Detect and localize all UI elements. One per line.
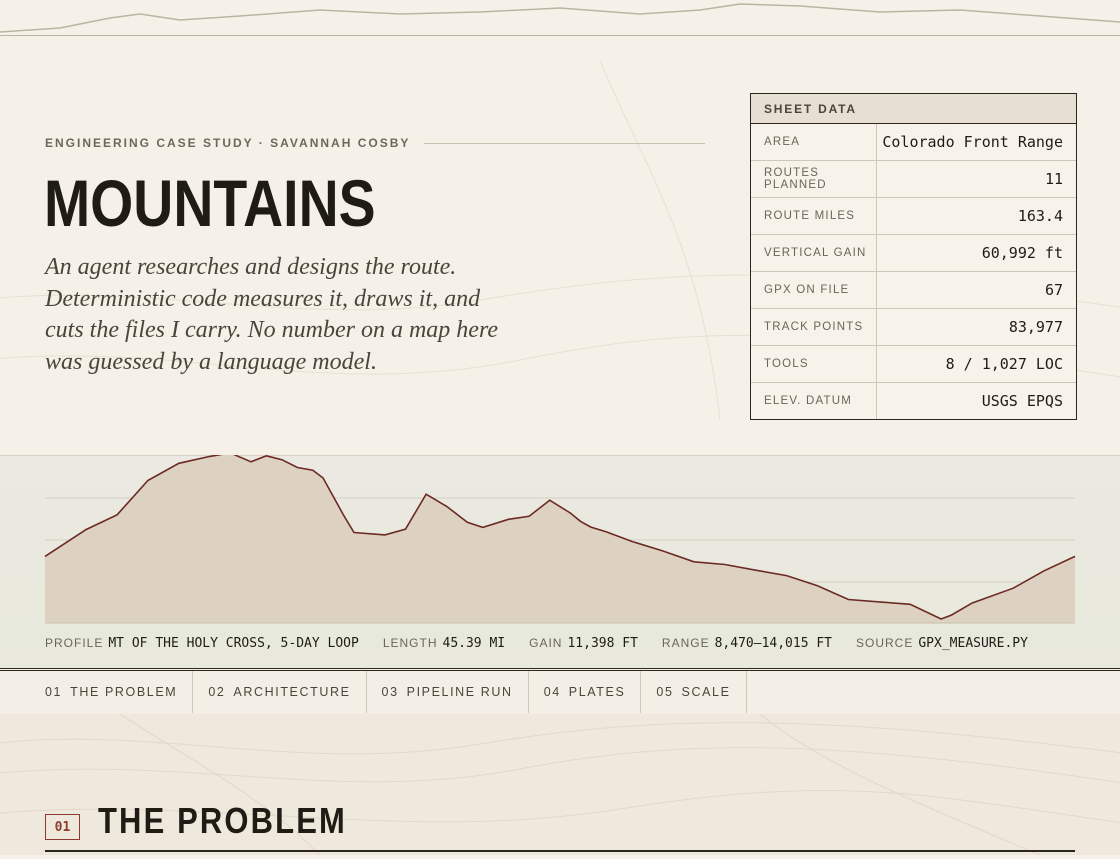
- sheet-value: 8 / 1,027 LOC: [945, 355, 1063, 373]
- caption-item-profile: PROFILE MT OF THE HOLY CROSS, 5-DAY LOOP: [45, 636, 359, 651]
- sheet-value: 67: [1044, 281, 1063, 299]
- caption-value: 8,470–14,015 FT: [714, 635, 833, 651]
- caption-item-gain: GAIN 11,398 FT: [529, 636, 638, 651]
- nav-label: ARCHITECTURE: [233, 685, 351, 699]
- sheet-data-heading: SHEET DATA: [751, 94, 1076, 124]
- nav-number: 01: [45, 685, 63, 699]
- nav-item-pipeline-run[interactable]: 03 PIPELINE RUN: [367, 671, 529, 713]
- sheet-value: 60,992 ft: [981, 244, 1063, 262]
- sheet-key: ELEV. DATUM: [751, 383, 877, 419]
- section-number-badge: 01: [45, 814, 80, 840]
- caption-key: RANGE: [661, 635, 710, 650]
- sheet-value: 83,977: [1008, 318, 1063, 336]
- caption-value: GPX_MEASURE.PY: [918, 635, 1028, 651]
- nav-label: PLATES: [568, 685, 626, 699]
- sheet-key: ROUTES PLANNED: [751, 161, 877, 197]
- caption-item-length: LENGTH 45.39 MI: [383, 636, 505, 651]
- section-heading: 01 THE PROBLEM: [45, 800, 1075, 852]
- sheet-row: VERTICAL GAIN 60,992 ft: [751, 235, 1076, 272]
- eyebrow-rule: [424, 142, 705, 144]
- sheet-value: 163.4: [1017, 207, 1063, 225]
- sheet-key: TOOLS: [751, 346, 877, 382]
- caption-key: SOURCE: [856, 635, 914, 650]
- nav-label: PIPELINE RUN: [406, 685, 513, 699]
- eyebrow-label: ENGINEERING CASE STUDY · SAVANNAH COSBY: [45, 136, 411, 150]
- sheet-row: ELEV. DATUM USGS EPQS: [751, 383, 1076, 419]
- sheet-key: ROUTE MILES: [751, 198, 877, 234]
- sheet-value: Colorado Front Range: [882, 133, 1063, 151]
- caption-value: 45.39 MI: [442, 635, 506, 651]
- caption-key: LENGTH: [382, 635, 438, 650]
- nav-item-scale[interactable]: 05 SCALE: [641, 671, 747, 713]
- eyebrow-row: ENGINEERING CASE STUDY · SAVANNAH COSBY: [45, 135, 705, 151]
- nav-label: THE PROBLEM: [70, 685, 178, 699]
- profile-caption: PROFILE MT OF THE HOLY CROSS, 5-DAY LOOP…: [45, 634, 1052, 652]
- nav-label: SCALE: [681, 685, 731, 699]
- nav-item-plates[interactable]: 04 PLATES: [529, 671, 642, 713]
- elevation-profile-chart: [44, 455, 1076, 624]
- caption-key: GAIN: [529, 635, 563, 650]
- sheet-key: VERTICAL GAIN: [751, 235, 877, 271]
- sheet-row: GPX ON FILE 67: [751, 272, 1076, 309]
- sheet-row: ROUTES PLANNED 11: [751, 161, 1076, 198]
- profile-area-fill: [45, 455, 1075, 623]
- sheet-row: AREA Colorado Front Range: [751, 124, 1076, 161]
- nav-number: 05: [656, 685, 674, 699]
- sheet-value: 11: [1044, 170, 1063, 188]
- caption-item-range: RANGE 8,470–14,015 FT: [662, 636, 832, 651]
- sheet-key: GPX ON FILE: [751, 272, 877, 308]
- section-title: THE PROBLEM: [98, 800, 347, 841]
- caption-item-source: SOURCE GPX_MEASURE.PY: [856, 636, 1028, 651]
- nav-item-the-problem[interactable]: 01 THE PROBLEM: [0, 671, 194, 713]
- caption-value: MT OF THE HOLY CROSS, 5-DAY LOOP: [108, 635, 359, 651]
- sheet-row: ROUTE MILES 163.4: [751, 198, 1076, 235]
- nav-number: 04: [543, 685, 561, 699]
- caption-key: PROFILE: [45, 635, 104, 650]
- sheet-data-table: SHEET DATA AREA Colorado Front Range ROU…: [750, 93, 1077, 420]
- page-title: MOUNTAINS: [44, 166, 376, 240]
- sheet-key: TRACK POINTS: [751, 309, 877, 345]
- sheet-row: TOOLS 8 / 1,027 LOC: [751, 346, 1076, 383]
- nav-item-architecture[interactable]: 02 ARCHITECTURE: [193, 671, 367, 713]
- nav-number: 03: [381, 685, 399, 699]
- sheet-value: USGS EPQS: [981, 392, 1063, 410]
- lede-paragraph: An agent researches and designs the rout…: [45, 254, 499, 375]
- nav-number: 02: [208, 685, 226, 699]
- section-nav: 01 THE PROBLEM 02 ARCHITECTURE 03 PIPELINE …: [0, 668, 1120, 716]
- ridge-line-decoration: [0, 3, 1120, 36]
- caption-value: 11,398 FT: [567, 635, 638, 651]
- sheet-key: AREA: [751, 124, 877, 160]
- sheet-row: TRACK POINTS 83,977: [751, 309, 1076, 346]
